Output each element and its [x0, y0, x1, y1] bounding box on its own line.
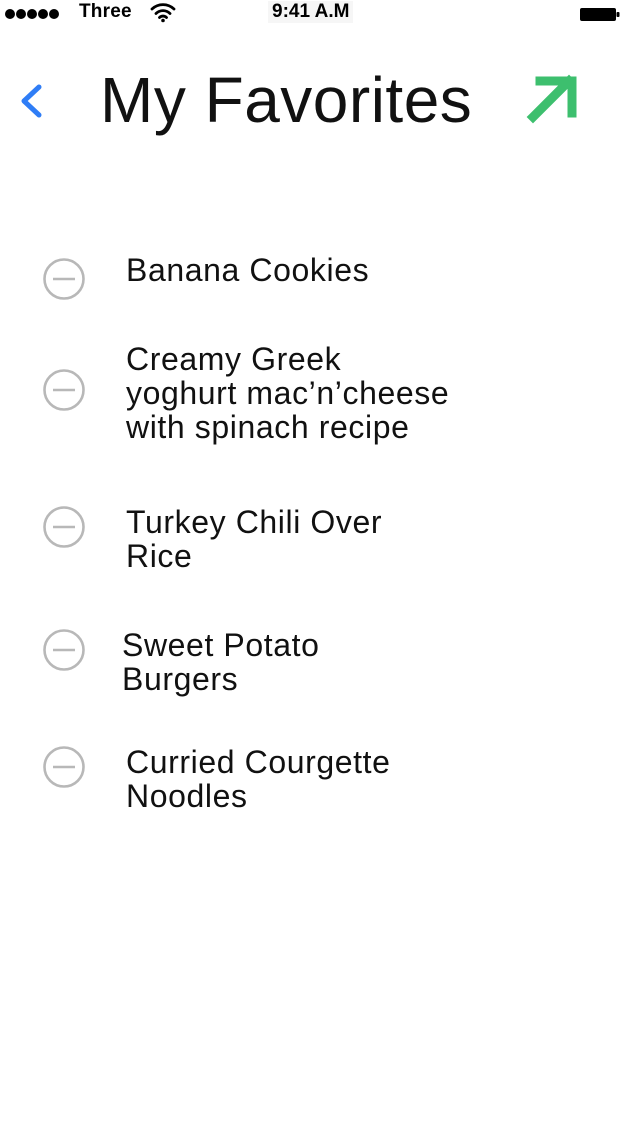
minus-circle-icon	[43, 369, 85, 411]
signal-dots-icon	[5, 9, 59, 19]
minus-circle-icon	[43, 258, 85, 300]
remove-item-button[interactable]	[42, 368, 86, 412]
wifi-icon	[150, 3, 176, 23]
item-label[interactable]: Turkey Chili Over Rice	[126, 505, 546, 573]
item-label[interactable]: Creamy Greek yoghurt mac’n’cheese with s…	[126, 342, 546, 444]
back-button[interactable]	[10, 78, 54, 124]
item-label[interactable]: Banana Cookies	[126, 253, 546, 287]
minus-circle-icon	[43, 506, 85, 548]
share-button[interactable]	[520, 70, 584, 130]
minus-circle-icon	[43, 746, 85, 788]
remove-item-button[interactable]	[42, 505, 86, 549]
carrier-name: Three	[79, 1, 132, 22]
battery-icon	[580, 8, 620, 21]
remove-item-button[interactable]	[42, 628, 86, 672]
page-title: My Favorites	[100, 64, 473, 136]
minus-circle-icon	[43, 629, 85, 671]
status-time: 9:41 A.M	[268, 1, 354, 23]
arrow-up-right-icon	[526, 74, 577, 124]
item-label[interactable]: Sweet Potato Burgers	[122, 628, 542, 696]
status-bar: Three 9:41 A.M	[0, 0, 627, 26]
chevron-left-icon	[21, 84, 42, 118]
remove-item-button[interactable]	[42, 257, 86, 301]
item-label[interactable]: Curried Courgette Noodles	[126, 745, 546, 813]
remove-item-button[interactable]	[42, 745, 86, 789]
